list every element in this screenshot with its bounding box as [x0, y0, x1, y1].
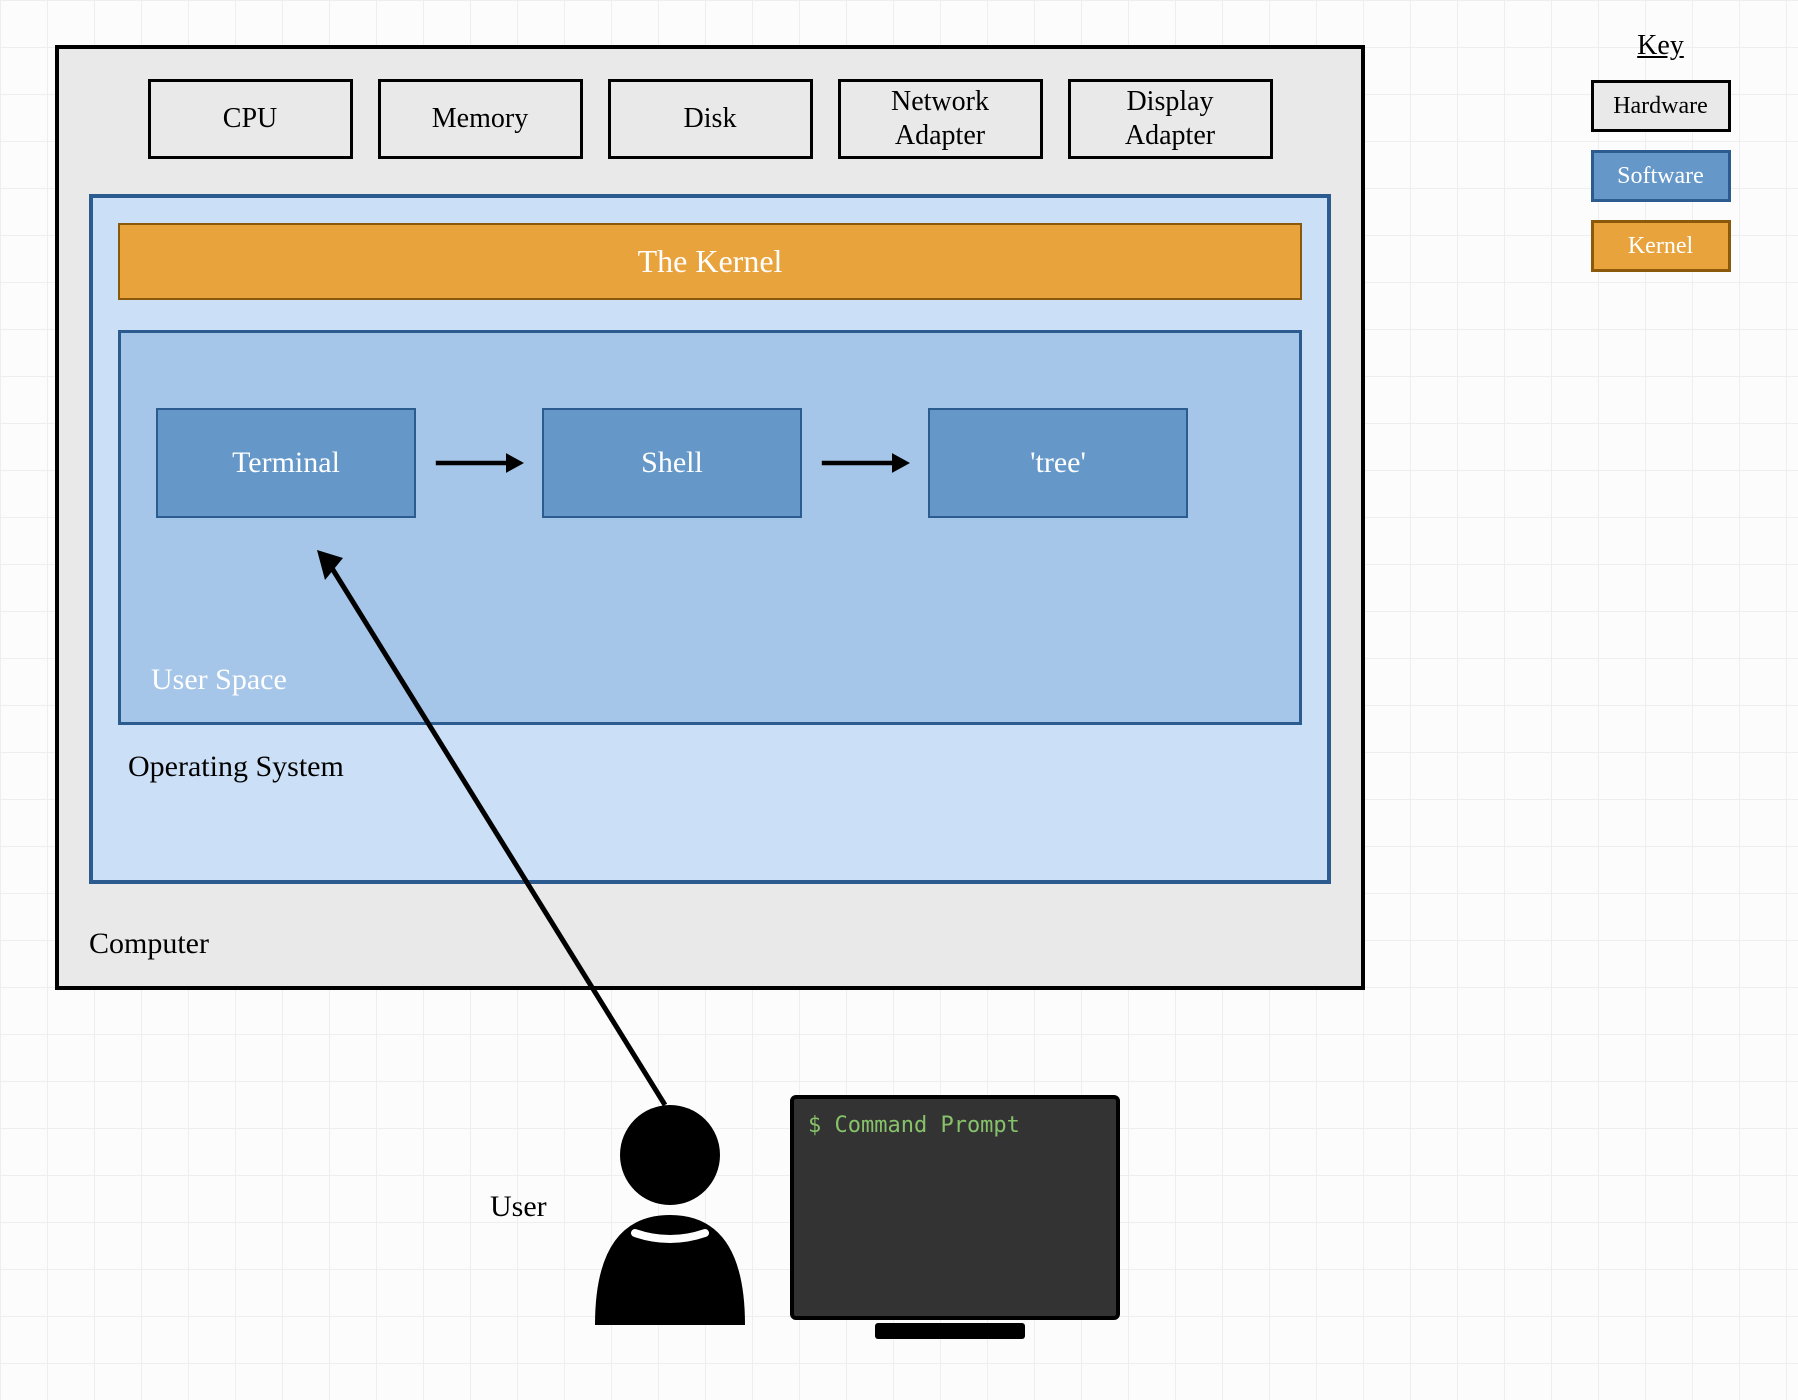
- hw-cpu: CPU: [148, 79, 353, 159]
- monitor-icon: $ Command Prompt: [790, 1095, 1120, 1320]
- os-label: Operating System: [128, 750, 1302, 784]
- legend-hardware: Hardware: [1591, 80, 1731, 132]
- user-area: User $ Command Prompt: [490, 1060, 1190, 1380]
- kernel-box: The Kernel: [118, 223, 1302, 300]
- command-prompt-text: $ Command Prompt: [808, 1113, 1102, 1138]
- computer-box: CPU Memory Disk NetworkAdapter DisplayAd…: [55, 45, 1365, 990]
- hw-display: DisplayAdapter: [1068, 79, 1273, 159]
- userspace-box: Terminal Shell 'tree' User Space: [118, 330, 1302, 725]
- os-box: The Kernel Terminal Shell 'tree' User Sp…: [89, 194, 1331, 884]
- userspace-row: Terminal Shell 'tree': [156, 408, 1264, 518]
- arrow-icon: [434, 448, 524, 478]
- sw-terminal: Terminal: [156, 408, 416, 518]
- sw-shell: Shell: [542, 408, 802, 518]
- hw-disk: Disk: [608, 79, 813, 159]
- legend: Key Hardware Software Kernel: [1583, 30, 1738, 272]
- userspace-label: User Space: [151, 663, 287, 697]
- legend-title: Key: [1637, 30, 1684, 62]
- user-label: User: [490, 1190, 547, 1224]
- arrow-icon: [820, 448, 910, 478]
- legend-kernel: Kernel: [1591, 220, 1731, 272]
- computer-label: Computer: [89, 927, 209, 961]
- sw-tree: 'tree': [928, 408, 1188, 518]
- hw-network: NetworkAdapter: [838, 79, 1043, 159]
- monitor-stand-icon: [875, 1323, 1025, 1339]
- hardware-row: CPU Memory Disk NetworkAdapter DisplayAd…: [89, 79, 1331, 159]
- user-icon: [580, 1095, 760, 1335]
- legend-software: Software: [1591, 150, 1731, 202]
- hw-memory: Memory: [378, 79, 583, 159]
